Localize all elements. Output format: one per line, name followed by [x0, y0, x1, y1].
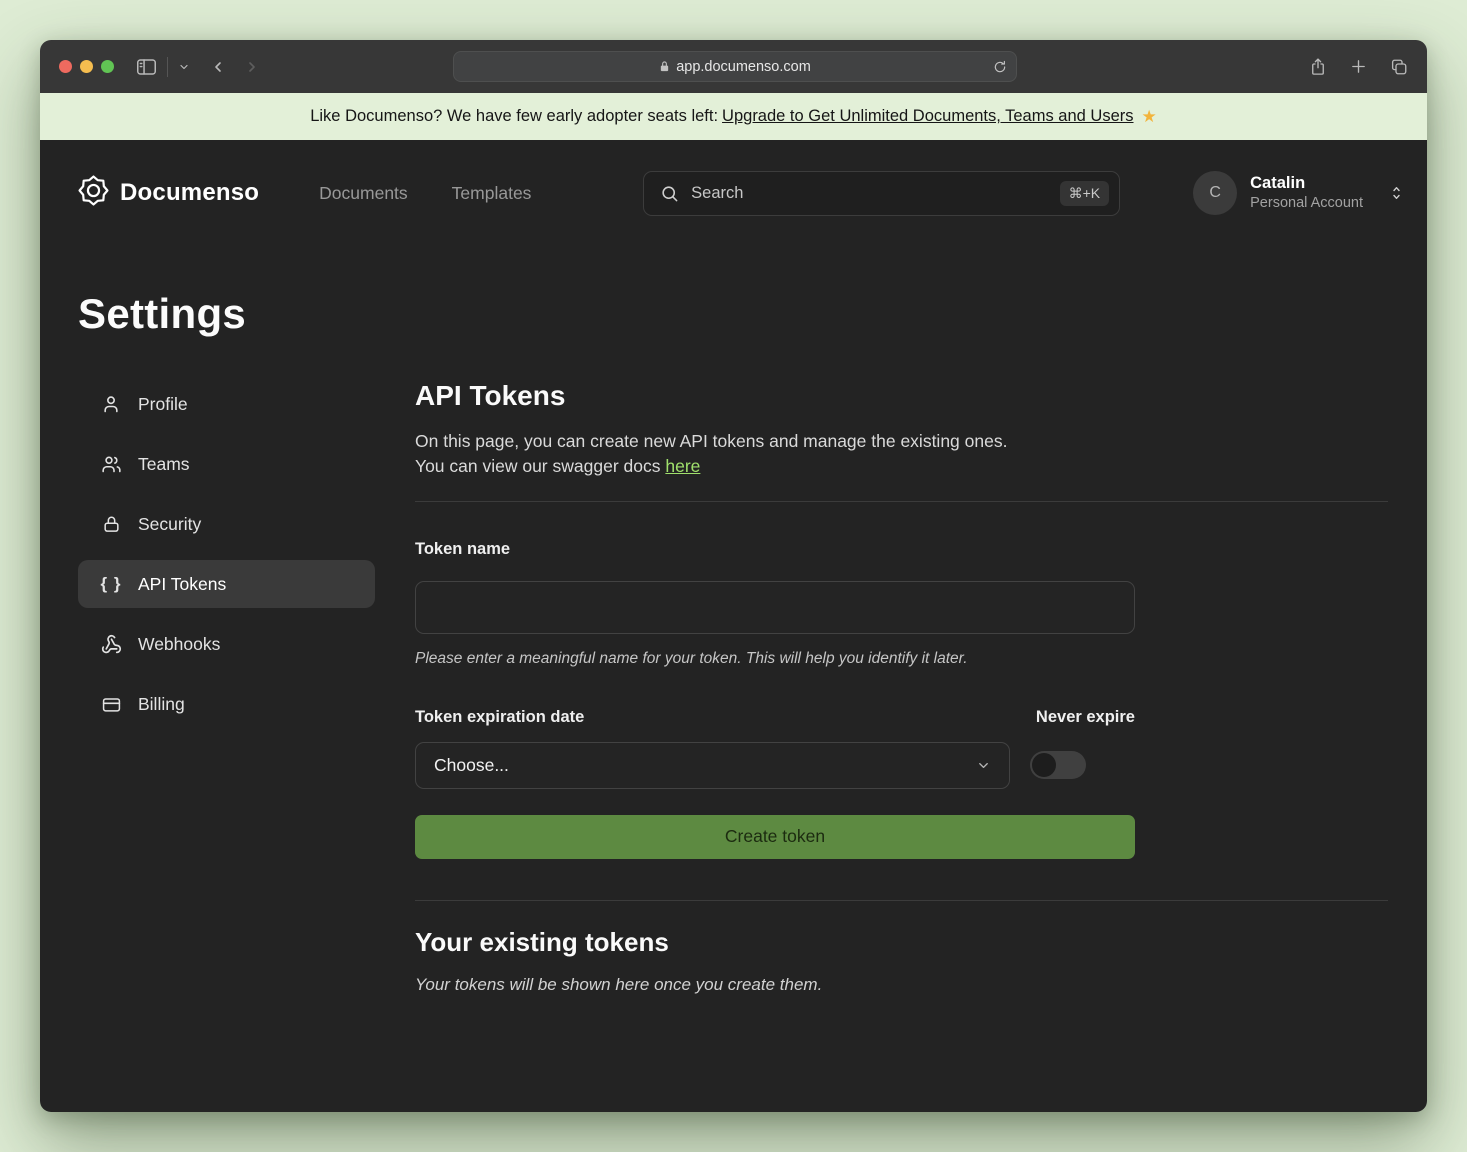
sidebar-item-label: Billing	[138, 694, 185, 715]
section-heading: API Tokens	[415, 380, 1388, 412]
browser-window: app.documenso.com	[40, 40, 1427, 1112]
reload-icon[interactable]	[993, 60, 1007, 74]
main-nav: Documents Templates	[319, 183, 531, 204]
token-name-input[interactable]	[415, 581, 1135, 634]
browser-toolbar: app.documenso.com	[40, 40, 1427, 93]
search-placeholder: Search	[691, 184, 743, 203]
brand[interactable]: Documenso	[78, 175, 259, 211]
sidebar-item-api-tokens[interactable]: { } API Tokens	[78, 560, 375, 608]
upgrade-banner: Like Documenso? We have few early adopte…	[40, 93, 1427, 140]
sidebar-item-label: API Tokens	[138, 574, 226, 595]
swagger-docs-link[interactable]: here	[665, 456, 700, 476]
api-tokens-panel: API Tokens On this page, you can create …	[415, 380, 1388, 995]
sidebar-item-label: Profile	[138, 394, 188, 415]
sidebar-item-webhooks[interactable]: Webhooks	[78, 620, 375, 668]
search-icon	[660, 184, 679, 203]
star-icon: ★	[1142, 107, 1157, 127]
nav-documents[interactable]: Documents	[319, 183, 408, 204]
page-title: Settings	[78, 290, 1427, 338]
lock-icon	[659, 60, 670, 73]
token-name-help: Please enter a meaningful name for your …	[415, 650, 1388, 668]
url-text: app.documenso.com	[676, 59, 811, 75]
existing-tokens-heading: Your existing tokens	[415, 927, 1388, 958]
documenso-logo-icon	[78, 175, 109, 211]
toolbar-divider	[167, 57, 168, 77]
new-tab-icon[interactable]	[1350, 58, 1367, 75]
settings-sidebar: Profile Teams Security { } API Token	[78, 380, 375, 995]
section-description-line1: On this page, you can create new API tok…	[415, 431, 1007, 451]
token-name-label: Token name	[415, 540, 510, 558]
app-page: Documenso Documents Templates Search ⌘+K…	[40, 140, 1427, 1112]
divider	[415, 501, 1388, 502]
tab-overview-icon[interactable]	[1390, 58, 1408, 76]
sidebar-item-teams[interactable]: Teams	[78, 440, 375, 488]
create-token-button[interactable]: Create token	[415, 815, 1135, 859]
chevron-down-icon	[976, 758, 991, 773]
divider	[415, 900, 1388, 901]
forward-button[interactable]	[244, 59, 260, 75]
account-name: Catalin	[1250, 173, 1363, 194]
address-bar[interactable]: app.documenso.com	[453, 51, 1017, 82]
close-window-button[interactable]	[59, 60, 72, 73]
braces-icon: { }	[100, 574, 122, 594]
webhook-icon	[100, 634, 122, 655]
nav-templates[interactable]: Templates	[452, 183, 532, 204]
expiration-label: Token expiration date	[415, 708, 584, 727]
app-header: Documenso Documents Templates Search ⌘+K…	[40, 140, 1427, 246]
search-input[interactable]: Search ⌘+K	[643, 171, 1120, 216]
sidebar-item-security[interactable]: Security	[78, 500, 375, 548]
search-shortcut-badge: ⌘+K	[1060, 181, 1110, 206]
sidebar-item-label: Security	[138, 514, 201, 535]
sidebar-item-billing[interactable]: Billing	[78, 680, 375, 728]
zoom-window-button[interactable]	[101, 60, 114, 73]
brand-name: Documenso	[120, 179, 259, 207]
banner-text: Like Documenso? We have few early adopte…	[310, 107, 718, 126]
sidebar-item-label: Teams	[138, 454, 190, 475]
sidebar-toggle-icon[interactable]	[136, 58, 157, 76]
sidebar-item-label: Webhooks	[138, 634, 220, 655]
account-menu[interactable]: C Catalin Personal Account	[1193, 171, 1404, 215]
window-controls	[59, 60, 114, 73]
minimize-window-button[interactable]	[80, 60, 93, 73]
expiration-select[interactable]: Choose...	[415, 742, 1010, 789]
existing-tokens-empty-note: Your tokens will be shown here once you …	[415, 975, 1388, 995]
upgrade-link[interactable]: Upgrade to Get Unlimited Documents, Team…	[722, 107, 1133, 126]
credit-card-icon	[100, 695, 122, 714]
tab-group-chevron-icon[interactable]	[178, 61, 190, 73]
expiration-selected-value: Choose...	[434, 755, 509, 776]
sidebar-item-profile[interactable]: Profile	[78, 380, 375, 428]
never-expire-toggle[interactable]	[1030, 751, 1086, 779]
avatar: C	[1193, 171, 1237, 215]
share-icon[interactable]	[1309, 57, 1327, 77]
lock-icon	[100, 514, 122, 534]
account-type: Personal Account	[1250, 194, 1363, 213]
section-description-line2: You can view our swagger docs	[415, 456, 660, 476]
chevrons-up-down-icon	[1389, 183, 1404, 203]
back-button[interactable]	[210, 59, 226, 75]
toggle-knob	[1032, 753, 1056, 777]
users-icon	[100, 454, 122, 474]
user-icon	[100, 394, 122, 414]
never-expire-label: Never expire	[1036, 708, 1135, 727]
